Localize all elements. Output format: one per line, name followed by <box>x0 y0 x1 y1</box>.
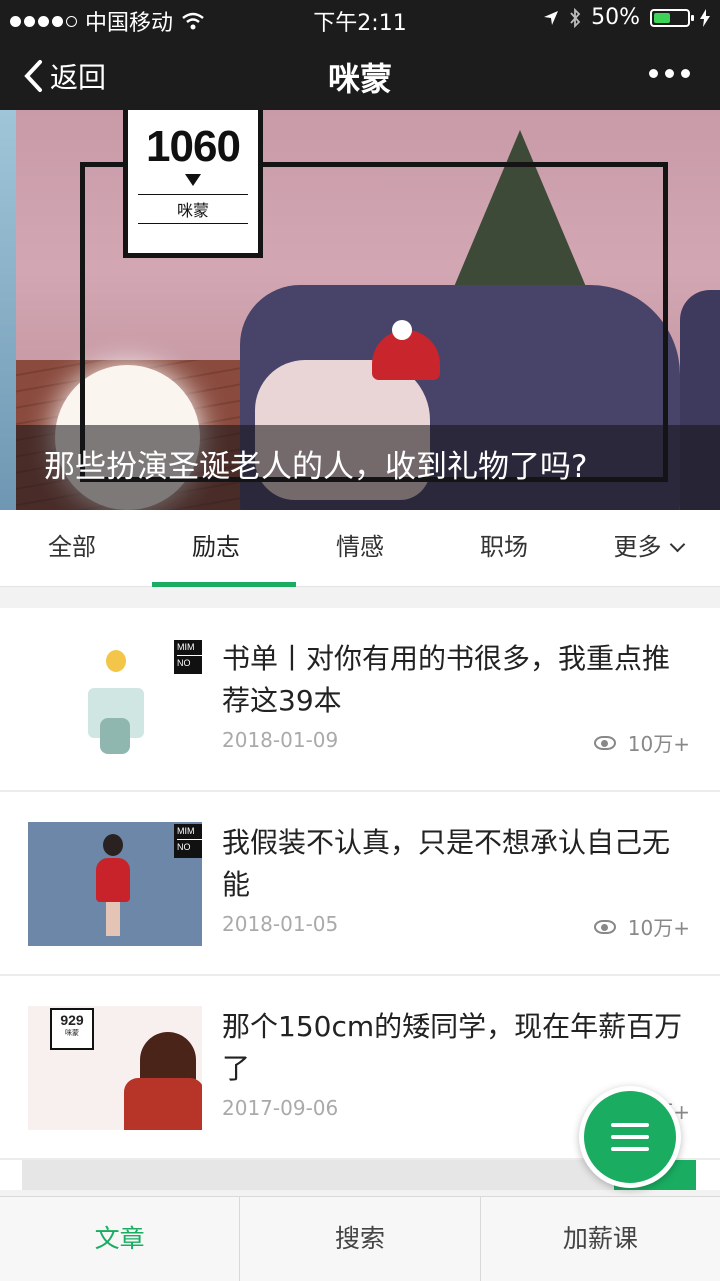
banner-logo-brand: 咪蒙 <box>138 194 248 224</box>
views-count: 10万+ <box>627 916 690 940</box>
status-bar: 中国移动 下午2:11 50% <box>0 0 720 36</box>
tab-label: 职场 <box>480 533 528 561</box>
eye-icon <box>593 919 616 934</box>
views-count: 10万+ <box>627 732 690 756</box>
tab-motivation[interactable]: 励志 <box>144 510 296 587</box>
thumbnail-tag: MIM NO <box>174 640 202 674</box>
thumbnail-tag: MIM NO <box>174 824 202 858</box>
chevron-down-icon <box>669 536 685 553</box>
banner-caption: 那些扮演圣诞老人的人，收到礼物了吗? <box>16 425 720 510</box>
article-views: 10万+ <box>593 728 690 757</box>
status-right: 50% <box>543 5 710 30</box>
article-title: 那个150cm的矮同学，现在年薪百万了 <box>222 1010 683 1085</box>
location-icon <box>544 10 559 25</box>
battery-percent: 50% <box>591 5 640 30</box>
battery-icon <box>650 8 694 27</box>
article-title: 书单丨对你有用的书很多，我重点推荐这39本 <box>222 642 671 717</box>
category-tabs: 全部 励志 情感 职场 更多 <box>0 510 720 587</box>
nav-bar: 返回 咪蒙 <box>0 36 720 110</box>
bluetooth-icon <box>570 7 581 28</box>
tab-career[interactable]: 职场 <box>432 510 576 586</box>
floating-menu-button[interactable] <box>579 1086 681 1188</box>
ellipsis-icon <box>649 69 658 78</box>
bottom-tab-raise-course[interactable]: 加薪课 <box>481 1197 720 1281</box>
tab-label: 情感 <box>336 533 384 561</box>
tab-label: 更多 <box>613 533 662 561</box>
page-title: 咪蒙 <box>327 60 392 98</box>
tab-emotion[interactable]: 情感 <box>288 510 432 586</box>
menu-icon <box>611 1123 649 1127</box>
more-options-button[interactable] <box>649 69 690 78</box>
article-date: 2018-01-05 <box>222 912 339 936</box>
charging-icon <box>700 8 710 27</box>
article-date: 2018-01-09 <box>222 728 339 752</box>
tab-more[interactable]: 更多 <box>576 510 720 586</box>
tab-label: 全部 <box>48 533 96 561</box>
article-item[interactable]: MIM NO 书单丨对你有用的书很多，我重点推荐这39本 2018-01-09 1… <box>0 608 720 792</box>
tab-label: 励志 <box>192 533 240 561</box>
article-title: 我假装不认真，只是不想承认自己无能 <box>222 826 671 901</box>
featured-banner[interactable]: 1060 咪蒙 那些扮演圣诞老人的人，收到礼物了吗? <box>0 110 720 510</box>
banner-logo: 1060 咪蒙 <box>123 110 263 258</box>
banner-logo-number: 1060 <box>146 122 241 171</box>
article-date: 2017-09-06 <box>222 1096 339 1120</box>
bottom-tab-search[interactable]: 搜索 <box>240 1197 481 1281</box>
article-views: 10万+ <box>593 912 690 941</box>
article-thumbnail: 929 咪蒙 <box>28 1006 202 1130</box>
article-item[interactable]: MIM NO 我假装不认真，只是不想承认自己无能 2018-01-05 10万+ <box>0 792 720 976</box>
bottom-bar: 文章 搜索 加薪课 <box>0 1196 720 1281</box>
tab-all[interactable]: 全部 <box>0 510 144 586</box>
bottom-tab-articles[interactable]: 文章 <box>0 1197 241 1281</box>
eye-icon <box>593 735 616 750</box>
thumbnail-logo: 929 咪蒙 <box>50 1008 94 1050</box>
